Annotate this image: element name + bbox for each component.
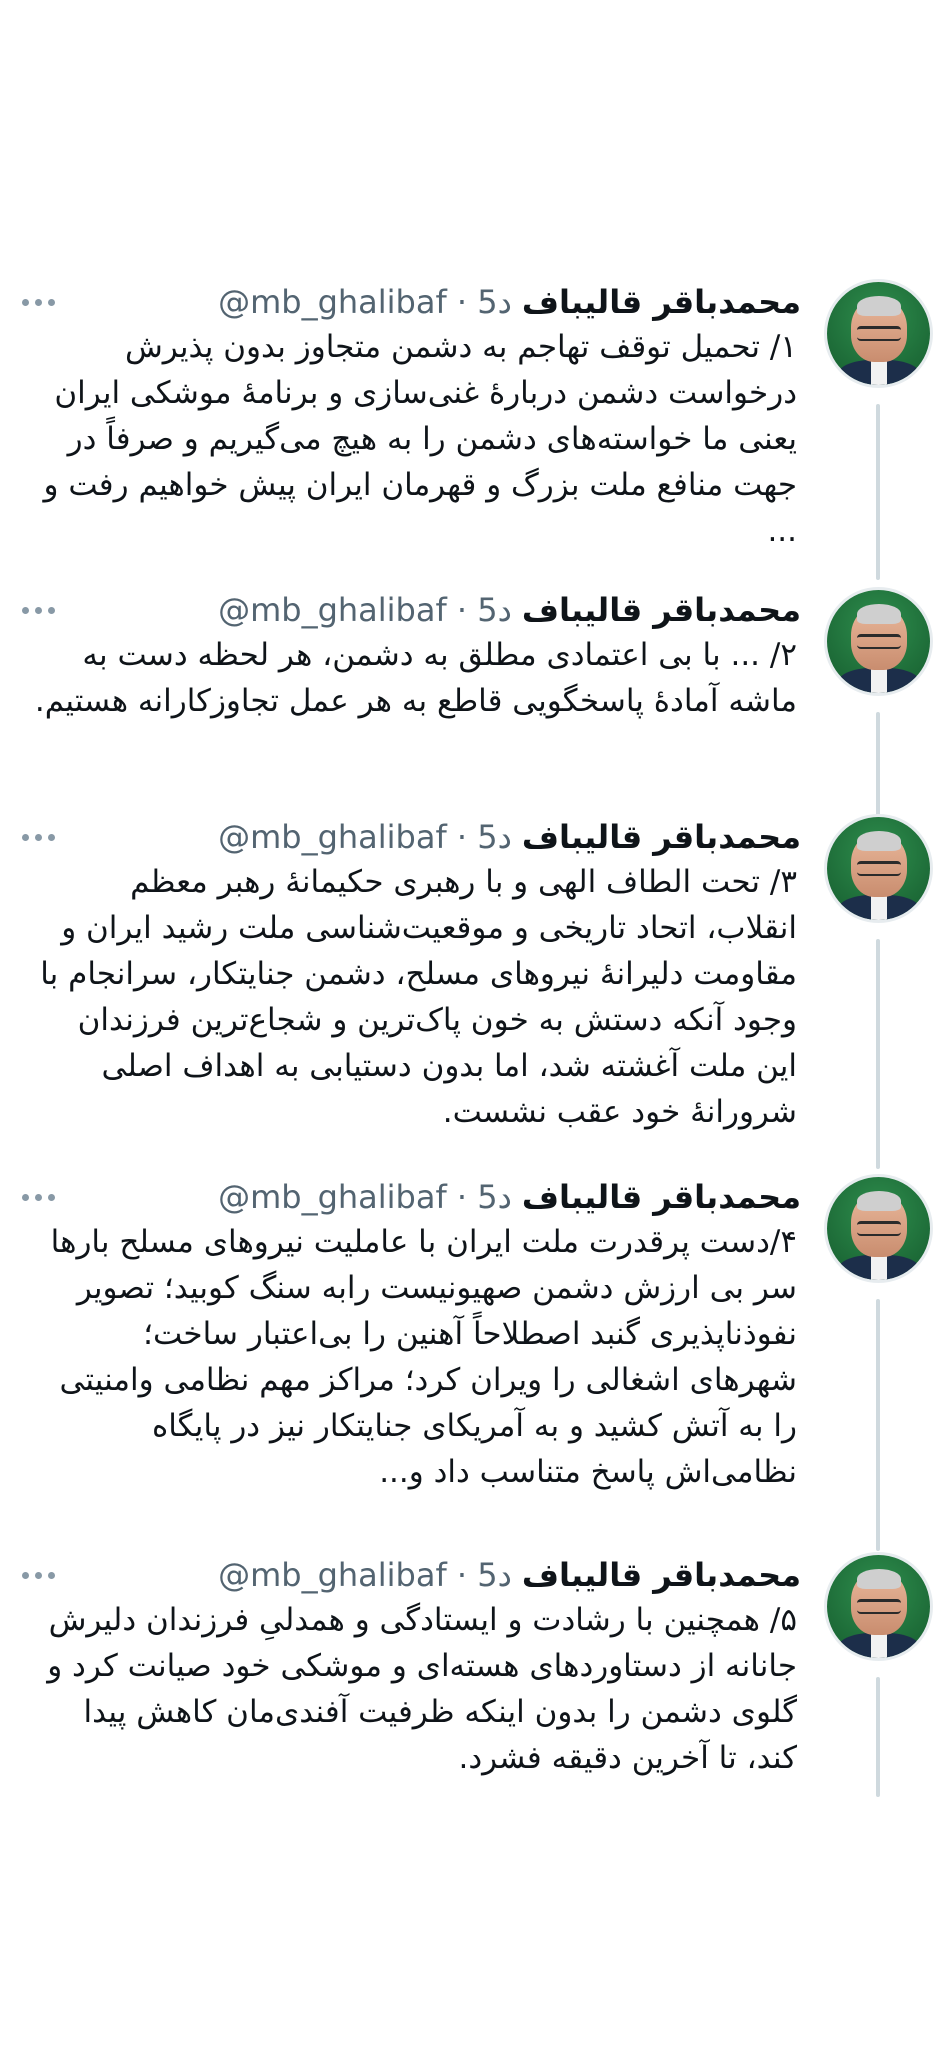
author-name[interactable]: محمدباقر قالیباف (522, 591, 801, 629)
tweet-header: محمدباقر قالیباف @mb_ghalibaf · 5د (218, 817, 801, 857)
more-options-icon[interactable] (22, 1555, 55, 1595)
avatar-hair (857, 604, 901, 624)
avatar[interactable] (827, 1177, 930, 1280)
avatar-hair (857, 831, 901, 851)
more-options-icon[interactable] (22, 282, 55, 322)
tweet-text: ۱/ تحمیل توقف تهاجم به دشمن متجاوز بدون … (43, 329, 797, 549)
avatar-glasses (857, 1599, 901, 1614)
author-handle-time[interactable]: @mb_ghalibaf · 5د (218, 283, 512, 321)
author-handle-time[interactable]: @mb_ghalibaf · 5د (218, 1556, 512, 1594)
avatar-glasses (857, 326, 901, 341)
more-options-icon[interactable] (22, 817, 55, 857)
author-name[interactable]: محمدباقر قالیباف (522, 818, 801, 856)
tweet-text: ۴/دست پرقدرت ملت ایران با عاملیت نیروهای… (50, 1224, 797, 1490)
thread-line (876, 1299, 880, 1551)
avatar-glasses (857, 634, 901, 649)
avatar-shirt (871, 668, 887, 693)
avatar-shirt (871, 1255, 887, 1280)
author-name[interactable]: محمدباقر قالیباف (522, 1178, 801, 1216)
author-name[interactable]: محمدباقر قالیباف (522, 1556, 801, 1594)
tweet-header: محمدباقر قالیباف @mb_ghalibaf · 5د (218, 1177, 801, 1217)
tweet-header: محمدباقر قالیباف @mb_ghalibaf · 5د (218, 1555, 801, 1595)
avatar-hair (857, 1569, 901, 1589)
avatar[interactable] (827, 590, 930, 693)
thread-line (876, 712, 880, 822)
avatar-hair (857, 296, 901, 316)
avatar-glasses (857, 1221, 901, 1236)
more-options-icon[interactable] (22, 1177, 55, 1217)
author-handle-time[interactable]: @mb_ghalibaf · 5د (218, 591, 512, 629)
avatar-hair (857, 1191, 901, 1211)
author-handle-time[interactable]: @mb_ghalibaf · 5د (218, 818, 512, 856)
more-options-icon[interactable] (22, 590, 55, 630)
avatar-shirt (871, 895, 887, 920)
tweet-text: ۳/ تحت الطاف الهی و با رهبری حکیمانهٔ ره… (40, 864, 797, 1130)
tweet-header: محمدباقر قالیباف @mb_ghalibaf · 5د (218, 282, 801, 322)
thread-line (876, 1677, 880, 1797)
tweet-text: ۵/ همچنین با رشادت و ایستادگی و همدلیِ ف… (47, 1602, 797, 1776)
avatar-glasses (857, 861, 901, 876)
avatar[interactable] (827, 817, 930, 920)
avatar[interactable] (827, 282, 930, 385)
tweet-text: ۲/ ... با بی اعتمادی مطلق به دشمن، هر لح… (34, 637, 797, 719)
avatar-shirt (871, 1633, 887, 1658)
avatar[interactable] (827, 1555, 930, 1658)
author-handle-time[interactable]: @mb_ghalibaf · 5د (218, 1178, 512, 1216)
thread-line (876, 939, 880, 1169)
avatar-shirt (871, 360, 887, 385)
thread-line (876, 404, 880, 580)
tweet-header: محمدباقر قالیباف @mb_ghalibaf · 5د (218, 590, 801, 630)
author-name[interactable]: محمدباقر قالیباف (522, 283, 801, 321)
